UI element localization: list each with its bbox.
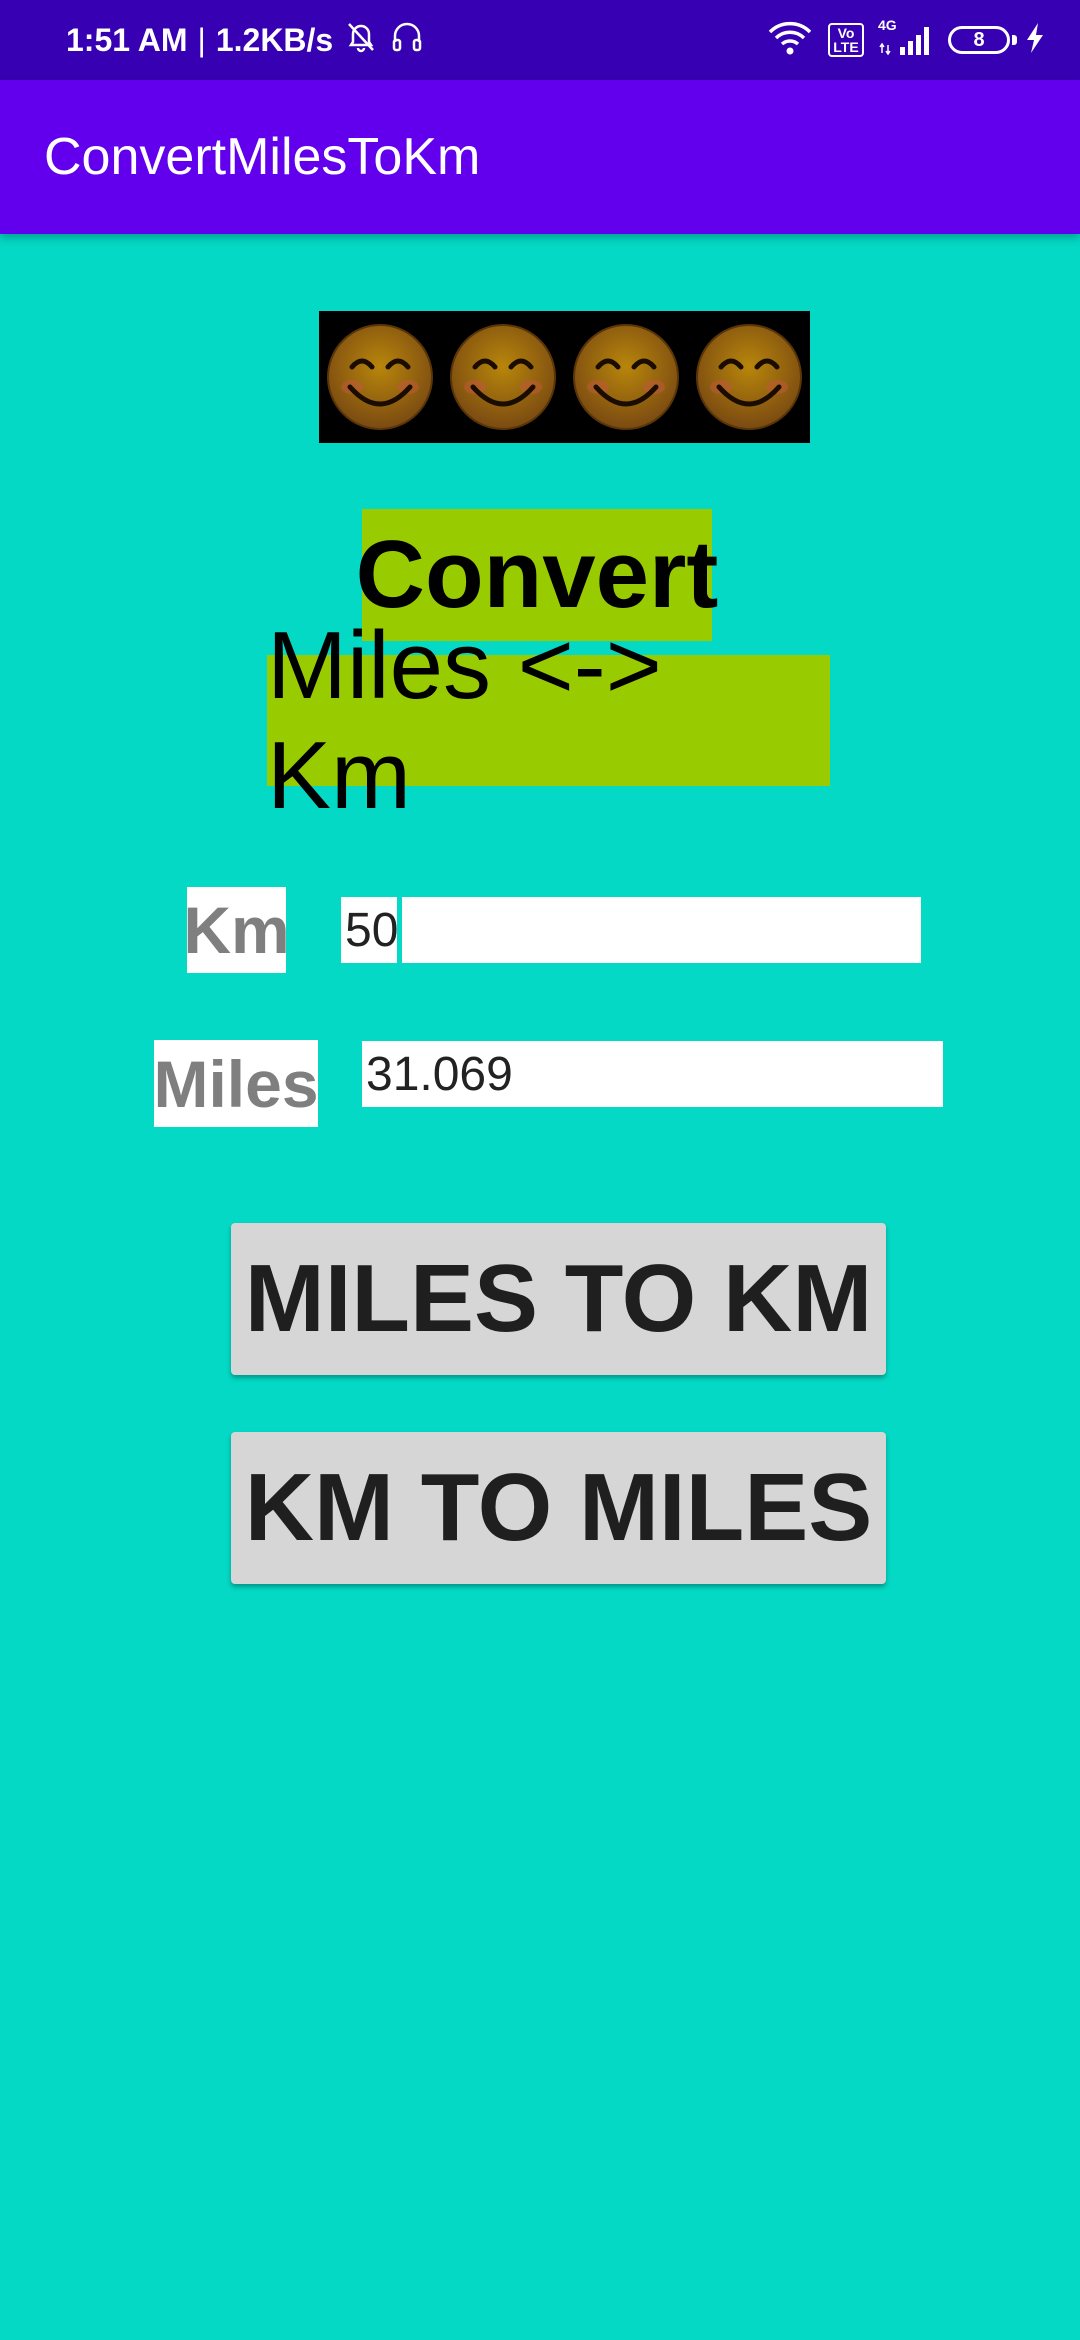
- status-right: Vo LTE 4G 8: [766, 0, 1046, 80]
- network-speed: 1.2KB/s: [215, 21, 334, 58]
- miles-input[interactable]: 31.069: [362, 1041, 943, 1107]
- battery-level: 8: [973, 28, 985, 51]
- signal-icon: 4G: [878, 17, 934, 57]
- smiley-emoji-image: [319, 311, 810, 443]
- battery-nub: [1012, 35, 1017, 45]
- smiley-icon: [572, 324, 679, 430]
- smiley-icon: [450, 324, 557, 430]
- headset-icon: [389, 18, 425, 62]
- app-bar: ConvertMilesToKm: [0, 80, 1080, 234]
- miles-label: Miles: [153, 1040, 319, 1127]
- status-time: 1:51 AM: [66, 21, 188, 58]
- smiley-icon: [695, 324, 802, 430]
- miles-to-km-button[interactable]: MILES TO KM: [231, 1223, 886, 1375]
- km-input[interactable]: [402, 897, 921, 963]
- mute-bell-icon: [343, 18, 379, 62]
- smiley-icon: [327, 324, 434, 430]
- km-to-miles-button[interactable]: KM TO MILES: [231, 1432, 886, 1584]
- status-left: 1:51 AM | 1.2KB/s: [66, 0, 425, 80]
- status-separator: |: [197, 21, 206, 58]
- heading-miles-km: Miles <-> Km: [267, 612, 830, 829]
- status-bar: 1:51 AM | 1.2KB/s Vo LTE 4G 8: [0, 0, 1080, 80]
- wifi-icon: [766, 20, 814, 61]
- charging-icon: [1024, 21, 1046, 60]
- app-title: ConvertMilesToKm: [44, 128, 481, 186]
- battery-icon: 8: [948, 26, 1017, 54]
- volte-icon: Vo LTE: [828, 23, 864, 57]
- km-label: Km: [183, 887, 290, 973]
- km-value-field[interactable]: 50: [341, 897, 398, 963]
